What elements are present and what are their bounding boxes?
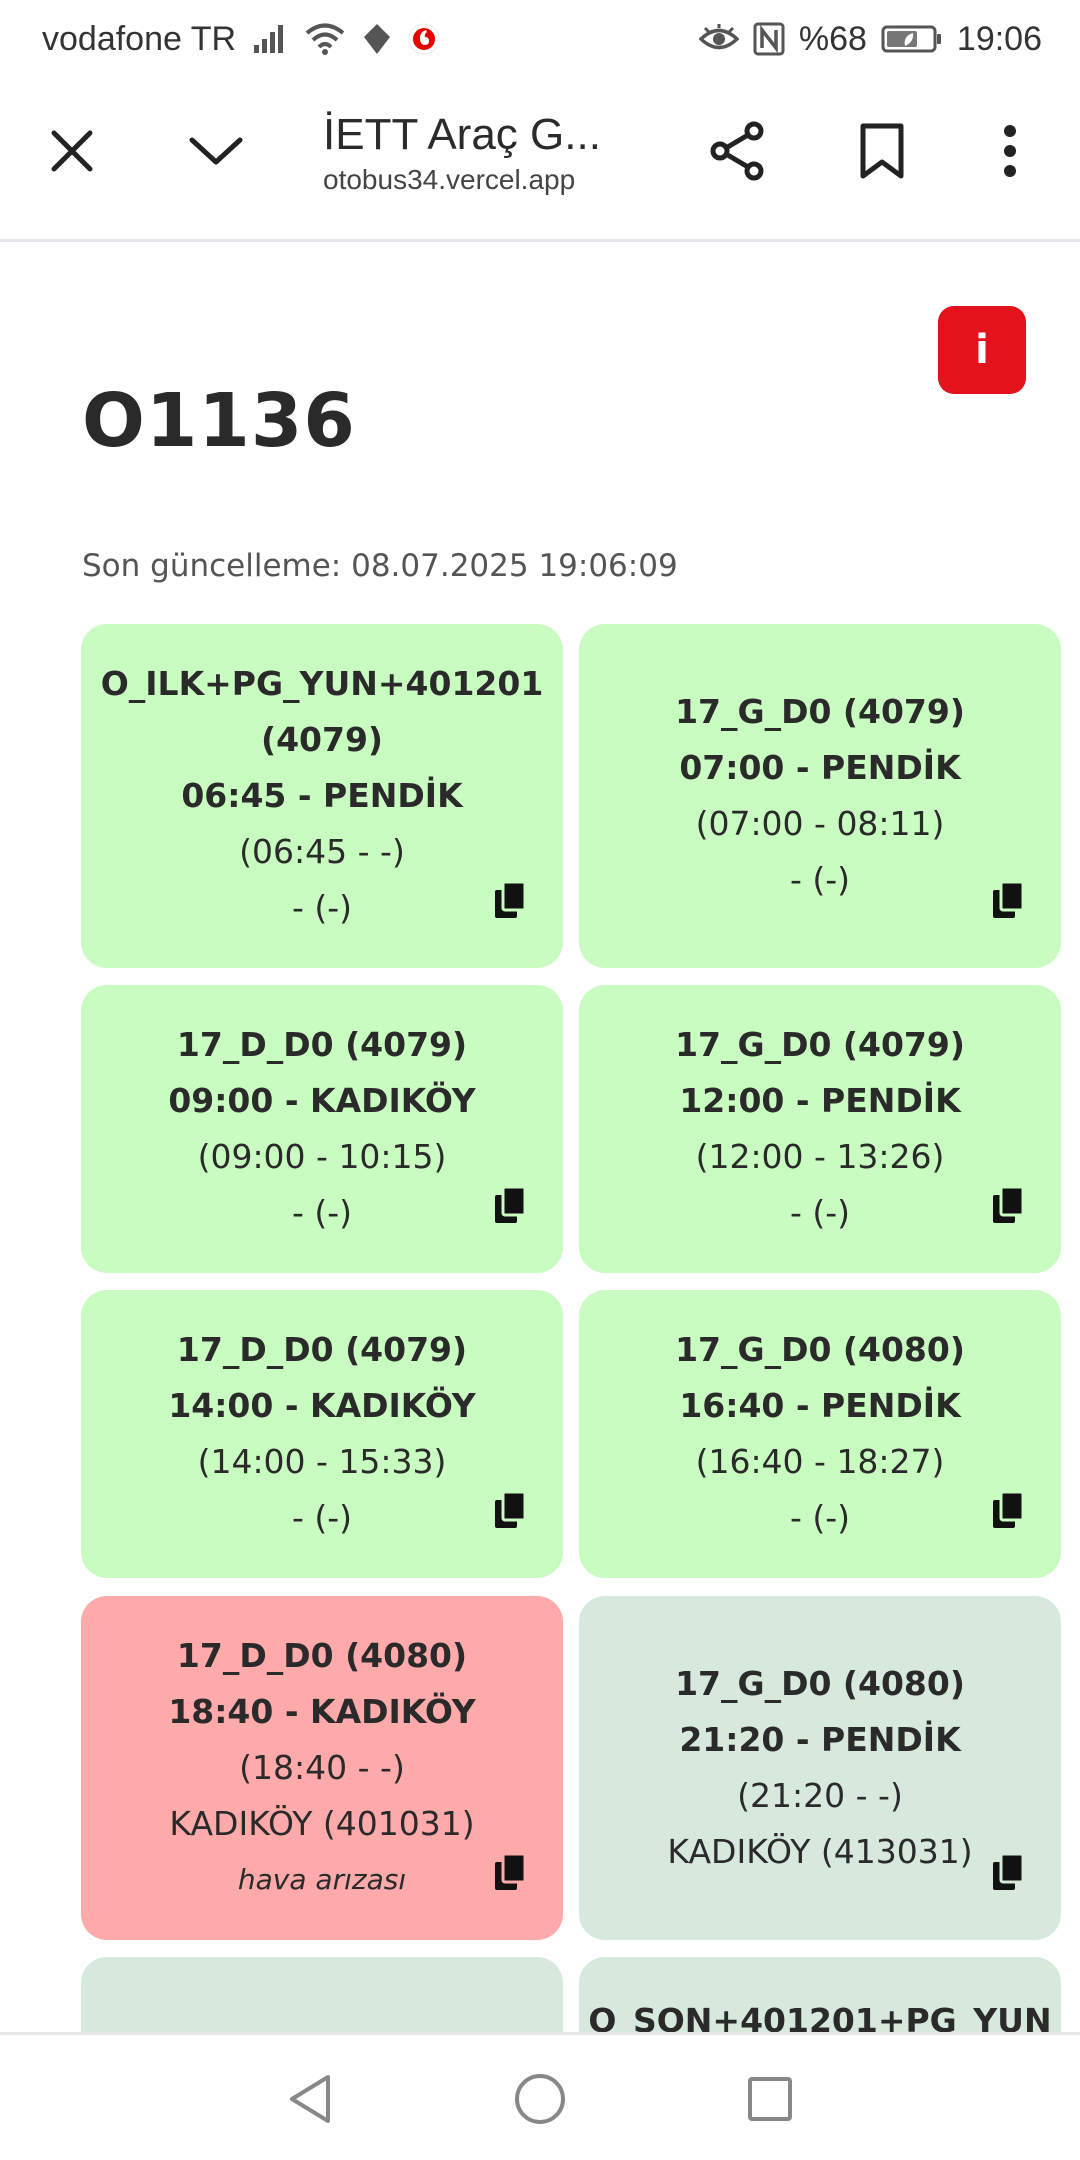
carrier-name: vodafone TR (42, 19, 237, 58)
eye-icon (698, 24, 739, 50)
trip-line3: 06:45 - PENDİK (181, 776, 463, 815)
status-bar-right: %68 19:06 (698, 14, 1042, 64)
trip-line1: O_ILK+PG_YUN+401201 (100, 664, 544, 703)
trip-line1: 17_D_D0 (4079) (176, 1025, 468, 1064)
data-saver-icon (364, 24, 391, 54)
trip-line2: 21:20 - PENDİK (679, 1720, 961, 1759)
back-icon (290, 2075, 330, 2123)
trip-card[interactable]: 17_D_D0 (4080) 18:40 - KADIKÖY (18:40 - … (81, 1596, 563, 1940)
trip-line2: 18:40 - KADIKÖY (168, 1692, 476, 1731)
share-icon (710, 121, 764, 181)
trip-card[interactable]: 17_D_D0 (4079) 14:00 - KADIKÖY (14:00 - … (81, 1290, 563, 1578)
trip-line1: 17_D_D0 (4080) (176, 1636, 468, 1675)
copy-icon[interactable] (991, 1490, 1027, 1530)
trip-card[interactable]: O_ILK+PG_YUN+401201 (4079) 06:45 - PENDİ… (81, 624, 563, 968)
trip-line2: 07:00 - PENDİK (679, 748, 961, 787)
trip-line3: (12:00 - 13:26) (695, 1137, 945, 1176)
trip-line2: 14:00 - KADIKÖY (168, 1386, 476, 1425)
copy-icon[interactable] (493, 1185, 529, 1225)
trip-line2: (4079) (260, 720, 383, 759)
nav-recents-button[interactable] (738, 2067, 802, 2131)
battery-icon (881, 25, 941, 53)
copy-icon[interactable] (493, 1490, 529, 1530)
copy-icon[interactable] (991, 880, 1027, 920)
copy-icon[interactable] (991, 1185, 1027, 1225)
more-vert-icon (1004, 125, 1016, 177)
nfc-icon (753, 22, 785, 56)
nav-home-button[interactable] (508, 2067, 572, 2131)
close-icon (51, 130, 93, 172)
nav-back-button[interactable] (278, 2067, 342, 2131)
trip-line3: (09:00 - 10:15) (197, 1137, 447, 1176)
status-bar: vodafone TR %68 19:06 (0, 0, 1080, 80)
battery-percent: %68 (798, 19, 867, 58)
trip-line2: 12:00 - PENDİK (679, 1081, 961, 1120)
trip-card[interactable]: 17_D_D0 (4079) 09:00 - KADIKÖY (09:00 - … (81, 985, 563, 1273)
trip-line1: 17_G_D0 (4080) (675, 1330, 965, 1369)
recents-icon (748, 2077, 792, 2121)
trip-line2: 16:40 - PENDİK (679, 1386, 961, 1425)
more-options-button[interactable] (975, 116, 1045, 186)
vodafone-icon (408, 23, 440, 55)
browser-toolbar: İETT Araç G... otobus34.vercel.app (0, 80, 1080, 242)
trip-line5: - (-) (291, 888, 353, 927)
trip-line4: - (-) (789, 1498, 851, 1537)
share-button[interactable] (703, 116, 773, 186)
trip-line1: 17_G_D0 (4079) (675, 692, 965, 731)
system-nav-bar (0, 2032, 1080, 2160)
tab-url: otobus34.vercel.app (323, 164, 576, 195)
minimize-tab-button[interactable] (181, 116, 251, 186)
trip-line3: (14:00 - 15:33) (197, 1442, 447, 1481)
trip-line3: (21:20 - -) (737, 1776, 903, 1815)
trip-line4: - (-) (291, 1498, 353, 1537)
trip-card[interactable]: 17_G_D0 (4079) 12:00 - PENDİK (12:00 - 1… (579, 985, 1061, 1273)
trip-line4: - (-) (789, 860, 851, 899)
trip-card[interactable]: 17_G_D0 (4080) 21:20 - PENDİK (21:20 - -… (579, 1596, 1061, 1940)
trip-line4: - (-) (789, 1193, 851, 1232)
copy-icon[interactable] (991, 1852, 1027, 1892)
signal-icon (254, 25, 284, 53)
home-icon (515, 2074, 565, 2124)
tab-title-area[interactable]: İETT Araç G... otobus34.vercel.app (323, 110, 653, 196)
trip-line4: KADIKÖY (401031) (169, 1804, 475, 1843)
trip-line4: KADIKÖY (413031) (667, 1832, 973, 1871)
info-icon: i (975, 327, 989, 373)
clock: 19:06 (956, 19, 1042, 58)
page-title: O1136 (82, 378, 356, 464)
trip-line4: - (-) (291, 1193, 353, 1232)
chevron-down-icon (189, 137, 243, 165)
tab-title: İETT Araç G... (323, 110, 601, 159)
trip-card[interactable]: 17_G_D0 (4079) 07:00 - PENDİK (07:00 - 0… (579, 624, 1061, 968)
trip-line3: (18:40 - -) (239, 1748, 405, 1787)
trip-line3: (07:00 - 08:11) (695, 804, 945, 843)
trip-line4: (06:45 - -) (239, 832, 405, 871)
trip-line1: 17_G_D0 (4080) (675, 1664, 965, 1703)
trip-line1: 17_D_D0 (4079) (176, 1330, 468, 1369)
bookmark-icon (860, 123, 904, 179)
status-bar-left: vodafone TR (42, 14, 440, 64)
wifi-icon (305, 23, 345, 55)
trip-line1: 17_G_D0 (4079) (675, 1025, 965, 1064)
trip-note: hava arızası (237, 1863, 407, 1896)
bookmark-button[interactable] (847, 116, 917, 186)
copy-icon[interactable] (493, 880, 529, 920)
trip-line2: 09:00 - KADIKÖY (168, 1081, 476, 1120)
info-button[interactable]: i (938, 306, 1026, 394)
copy-icon[interactable] (493, 1852, 529, 1892)
close-tab-button[interactable] (37, 116, 107, 186)
trip-card[interactable]: 17_G_D0 (4080) 16:40 - PENDİK (16:40 - 1… (579, 1290, 1061, 1578)
last-update-text: Son güncelleme: 08.07.2025 19:06:09 (82, 548, 678, 584)
trip-line3: (16:40 - 18:27) (695, 1442, 945, 1481)
